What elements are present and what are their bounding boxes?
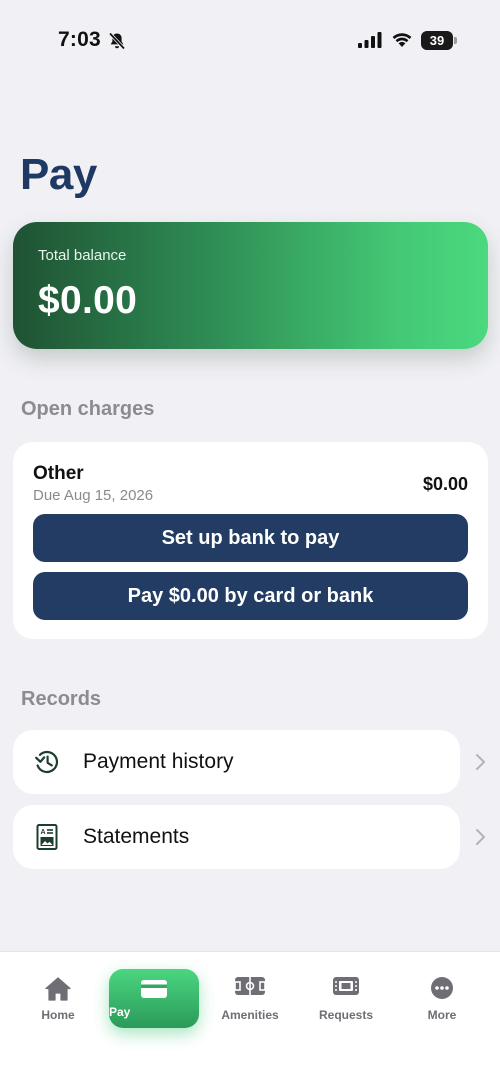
page-title: Pay: [20, 150, 97, 199]
tab-amenities[interactable]: Amenities: [205, 952, 295, 1042]
tab-requests[interactable]: Requests: [301, 952, 391, 1042]
statement-icon: A: [36, 824, 58, 850]
open-charges-heading: Open charges: [21, 398, 155, 420]
status-bar: 7:03 39: [0, 0, 500, 80]
open-charges-card: Other Due Aug 15, 2026 $0.00 Set up bank…: [13, 442, 488, 639]
svg-text:A: A: [41, 829, 46, 836]
charge-due-date: Due Aug 15, 2026: [33, 487, 154, 504]
balance-value: $0.00: [38, 279, 138, 322]
tab-amenities-label: Amenities: [221, 1008, 279, 1022]
payment-history-label: Payment history: [83, 750, 234, 773]
tab-more[interactable]: More: [397, 952, 487, 1042]
tab-home[interactable]: Home: [13, 952, 103, 1042]
payment-history-row[interactable]: Payment history: [13, 730, 460, 794]
wifi-icon: [392, 33, 412, 47]
chevron-right-icon: [476, 754, 485, 770]
bell-muted-icon: [108, 32, 126, 50]
signal-icon: [358, 32, 382, 48]
statements-label: Statements: [83, 825, 190, 848]
card-icon: [141, 980, 167, 998]
charge-name: Other: [33, 463, 84, 484]
balance-card: Total balance $0.00: [13, 222, 488, 349]
charge-amount: $0.00: [422, 474, 468, 494]
pay-by-card-or-bank-button[interactable]: Pay $0.00 by card or bank: [33, 572, 468, 620]
chevron-right-icon: [476, 829, 485, 845]
battery-indicator: 39: [421, 31, 457, 50]
history-icon: [35, 750, 59, 774]
tab-home-label: Home: [41, 1008, 75, 1022]
amenities-icon: [234, 977, 266, 995]
battery-level: 39: [429, 33, 445, 48]
balance-label: Total balance: [38, 247, 127, 264]
tab-requests-label: Requests: [318, 1008, 374, 1022]
tab-pay-label: Pay: [109, 1005, 131, 1019]
setup-bank-button[interactable]: Set up bank to pay: [33, 514, 468, 562]
tab-more-label: More: [427, 1008, 457, 1022]
more-icon: [431, 977, 453, 999]
tab-bar: Home Amenities Requests More: [0, 951, 500, 1087]
records-heading: Records: [21, 688, 102, 710]
tab-pay[interactable]: Pay: [109, 969, 199, 1028]
status-time: 7:03: [58, 28, 101, 51]
battery-tip: [454, 37, 457, 44]
statements-row[interactable]: A Statements: [13, 805, 460, 869]
home-icon: [45, 977, 71, 1001]
requests-icon: [333, 977, 359, 995]
